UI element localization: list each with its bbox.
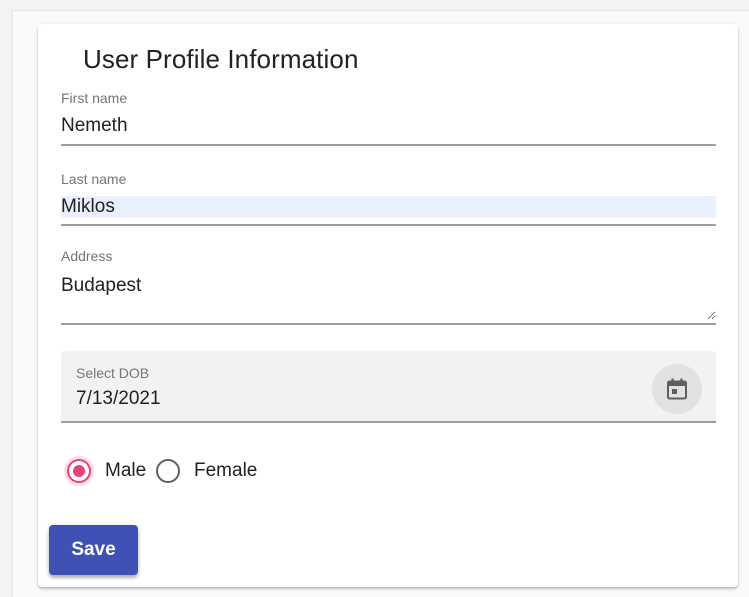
first-name-field: First name (61, 90, 716, 147)
radio-option-male[interactable]: Male (67, 454, 146, 488)
last-name-field: Last name (61, 171, 716, 228)
first-name-label: First name (61, 90, 128, 106)
male-radio-label: Male (105, 460, 147, 481)
female-radio-label: Female (194, 460, 258, 481)
dob-field: Select DOB (61, 351, 716, 423)
dob-label: Select DOB (76, 365, 150, 381)
address-field: Address Budapest (61, 248, 716, 326)
last-name-input[interactable] (61, 196, 716, 218)
radio-selected-dot (73, 465, 85, 477)
datepicker-toggle-button[interactable] (652, 364, 702, 414)
male-radio-button[interactable] (67, 459, 91, 483)
first-name-input[interactable] (61, 113, 716, 139)
gender-radio-group: Male Female (67, 454, 367, 488)
female-radio-button[interactable] (156, 459, 180, 483)
calendar-icon (667, 378, 687, 400)
address-underline (61, 323, 716, 325)
dob-input[interactable] (76, 387, 636, 411)
last-name-label: Last name (61, 171, 127, 187)
page: User Profile Information First name Last… (0, 0, 749, 597)
save-button[interactable]: Save (49, 525, 138, 575)
radio-option-female[interactable]: Female (156, 454, 257, 488)
page-title: User Profile Information (83, 44, 359, 74)
profile-form-card: User Profile Information First name Last… (38, 24, 738, 587)
first-name-underline (61, 144, 716, 146)
last-name-underline (61, 224, 716, 226)
address-label: Address (61, 248, 113, 264)
address-textarea[interactable]: Budapest (61, 274, 716, 320)
